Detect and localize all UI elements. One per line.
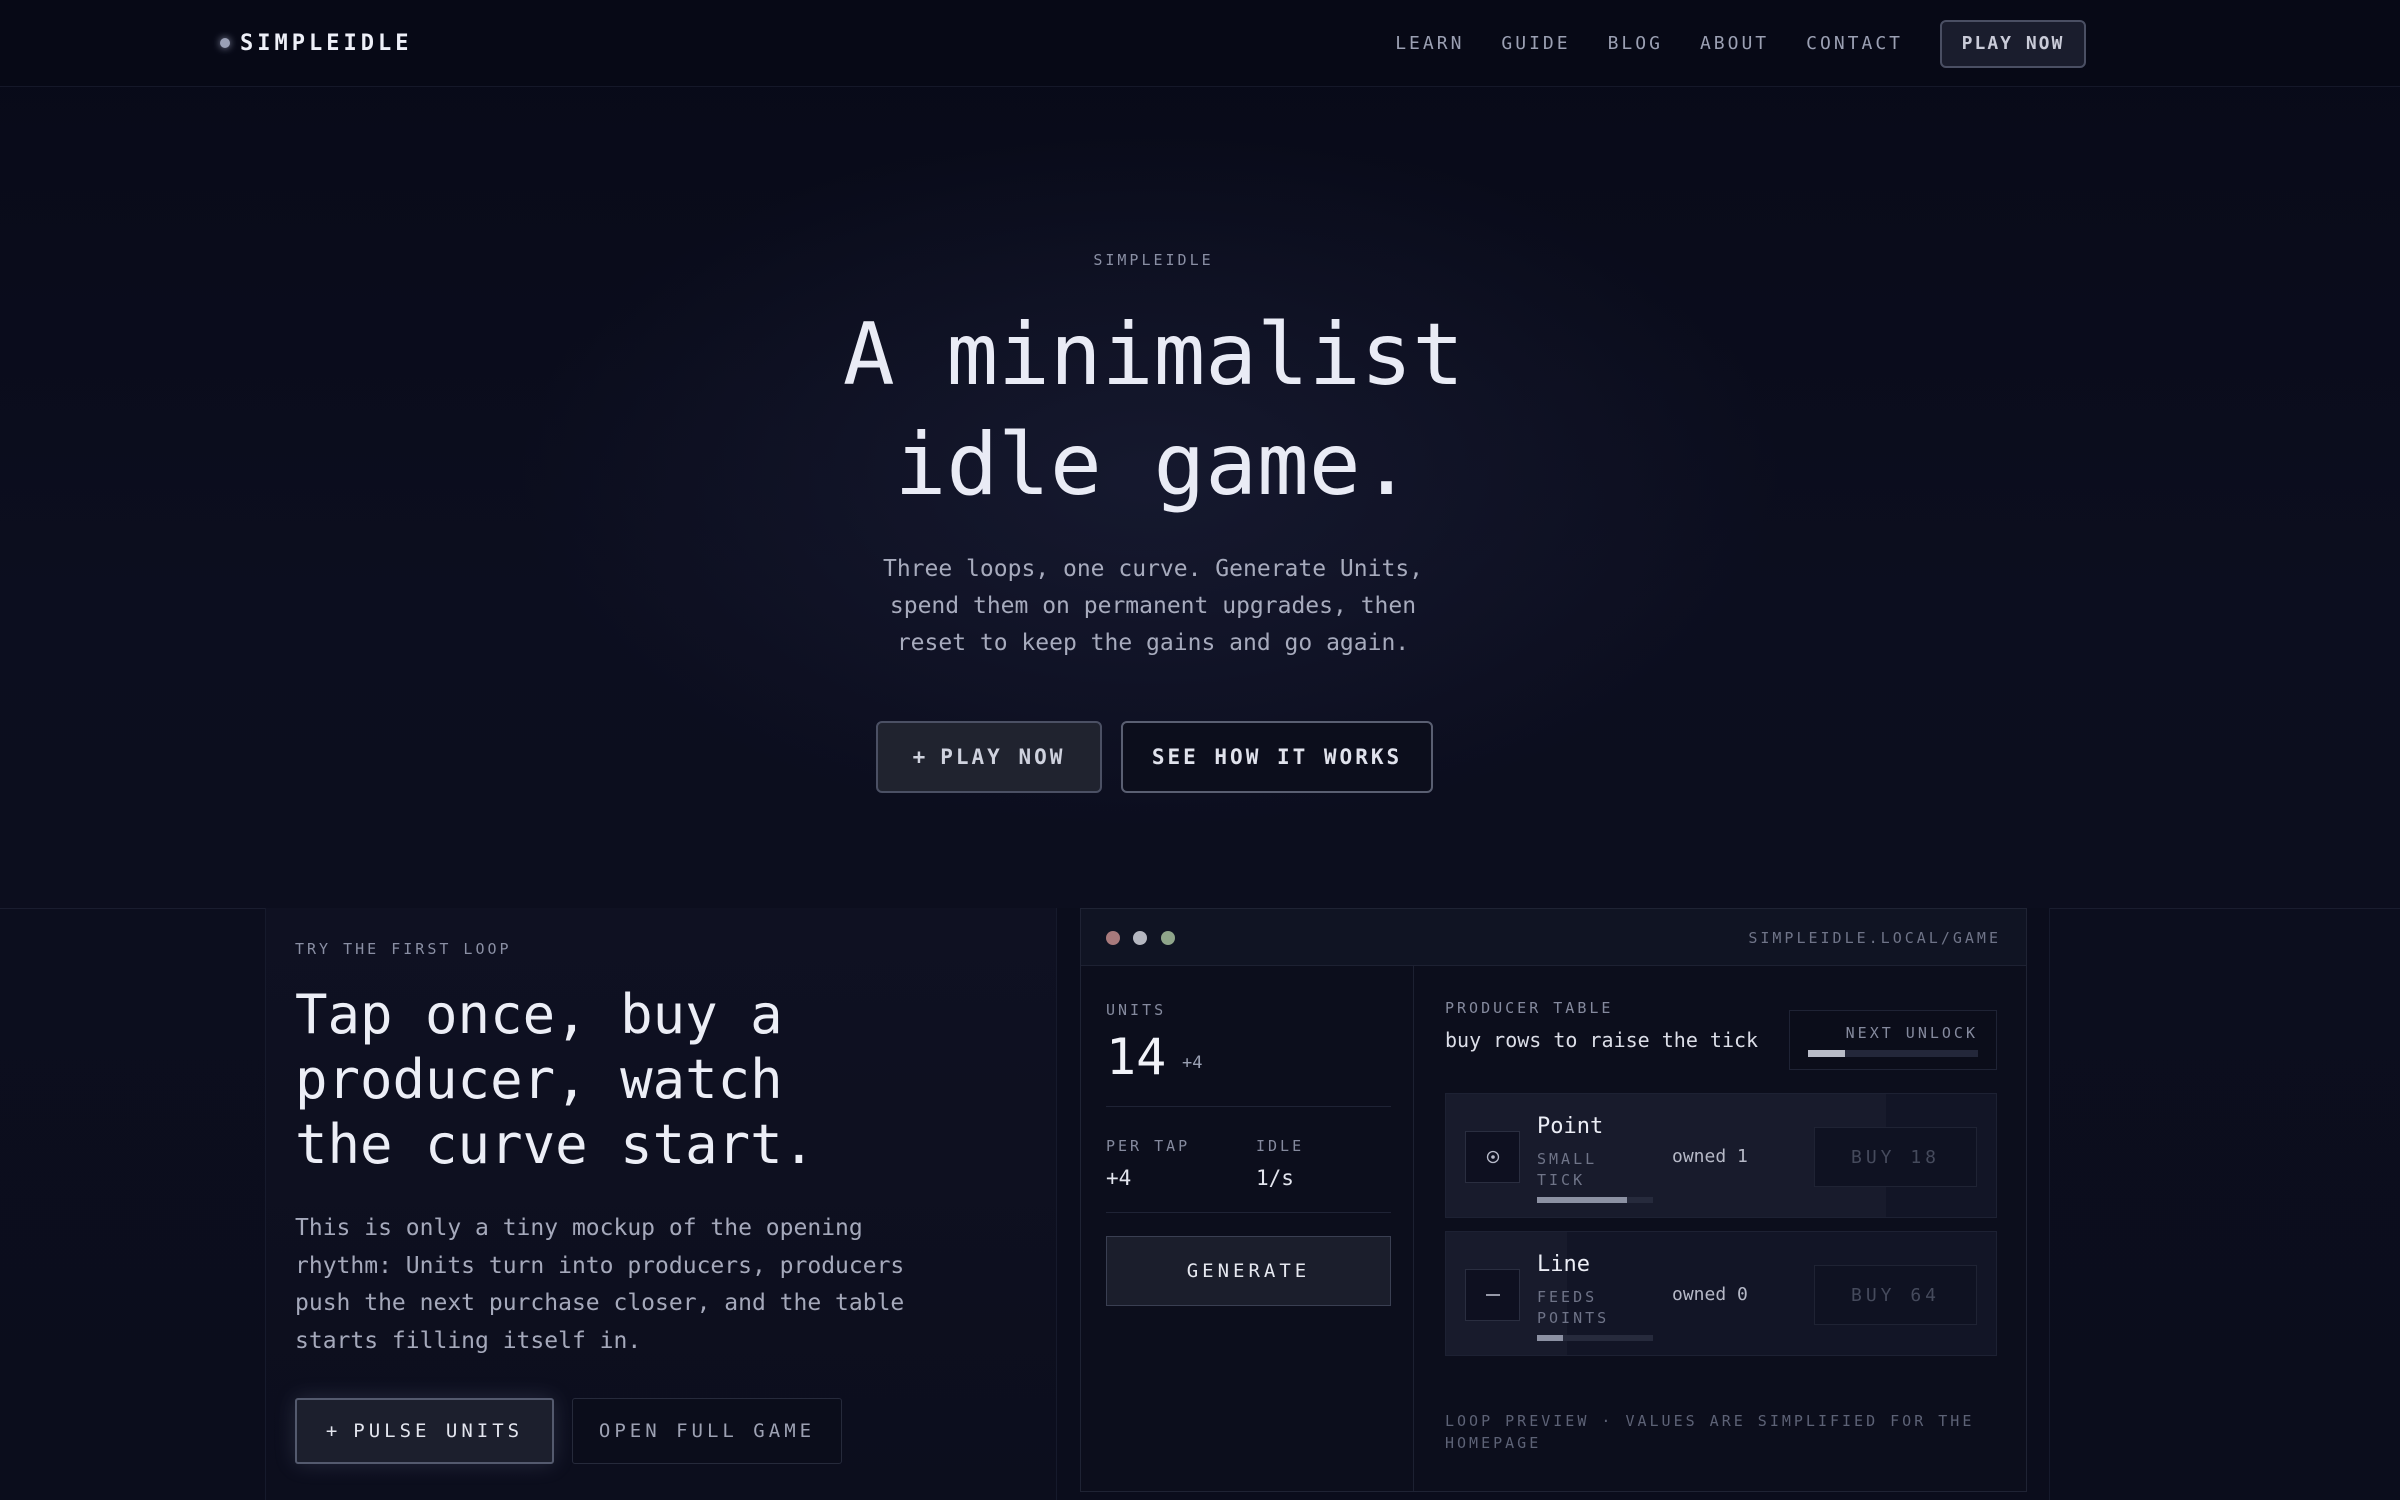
nav-links: LEARN GUIDE BLOG ABOUT CONTACT PLAY NOW [1395, 0, 2400, 87]
window-titlebar: SIMPLEIDLE.LOCAL/GAME [1081, 909, 2026, 966]
producer-panel: PRODUCER TABLE buy rows to raise the tic… [1414, 966, 2026, 1491]
units-label: UNITS [1106, 1001, 1167, 1019]
producer-progress-bar [1537, 1335, 1653, 1341]
hero-title-line-1: A minimalist [842, 305, 1465, 405]
producer-owned-count: owned 1 [1672, 1146, 1748, 1167]
per-tap-label: PER TAP [1106, 1137, 1191, 1155]
generate-button[interactable]: GENERATE [1106, 1236, 1391, 1306]
producer-row-line: Line FEEDS POINTS owned 0 BUY 64 [1445, 1231, 1997, 1356]
loop-description: This is only a tiny mockup of the openin… [295, 1215, 905, 1354]
game-preview-window: SIMPLEIDLE.LOCAL/GAME UNITS 14 +4 PER TA… [1080, 908, 2027, 1492]
plus-icon: + [912, 745, 929, 769]
per-tap-value: +4 [1106, 1166, 1132, 1190]
brand-logo[interactable]: SIMPLEIDLE [220, 28, 412, 58]
units-value: 14 [1106, 1028, 1167, 1086]
hero-title: A minimalist idle game. [0, 300, 2307, 520]
loop-title: Tap once, buy a producer, watch the curv… [295, 982, 895, 1177]
divider [1106, 1106, 1391, 1107]
producer-owned-count: owned 0 [1672, 1284, 1748, 1305]
see-how-it-works-button[interactable]: SEE HOW IT WORKS [1121, 721, 1433, 793]
next-unlock-label: NEXT UNLOCK [1845, 1024, 1978, 1042]
loop-preview-footnote: LOOP PREVIEW · VALUES ARE SIMPLIFIED FOR… [1445, 1412, 1975, 1452]
buy-line-button[interactable]: BUY 64 [1814, 1265, 1977, 1325]
hero-eyebrow: SIMPLEIDLE [1093, 251, 1214, 269]
next-unlock-box: NEXT UNLOCK [1789, 1010, 1997, 1070]
loop-title-line-2: producer, watch [295, 1048, 783, 1111]
hero-title-line-2: idle game. [894, 415, 1413, 515]
nav-play-button[interactable]: PLAY NOW [1940, 19, 2086, 68]
producer-description: FEEDS POINTS [1537, 1288, 1610, 1327]
loop-eyebrow: TRY THE FIRST LOOP [295, 940, 512, 958]
brand-dot-icon [220, 38, 230, 48]
brand-name: SIMPLEIDLE [240, 30, 413, 56]
producer-progress-fill [1537, 1335, 1563, 1341]
hero-play-label: PLAY NOW [940, 745, 1066, 769]
producer-table-subtitle: buy rows to raise the tick [1445, 1028, 1759, 1052]
idle-label: IDLE [1256, 1137, 1305, 1155]
hero-play-button[interactable]: + PLAY NOW [876, 721, 1102, 793]
units-panel: UNITS 14 +4 PER TAP +4 IDLE 1/s GENERATE [1081, 966, 1414, 1491]
producer-name: Line [1537, 1252, 1590, 1277]
plus-icon: + [325, 1420, 342, 1442]
units-delta: +4 [1182, 1053, 1203, 1073]
producer-progress-bar [1537, 1197, 1653, 1203]
open-full-game-button[interactable]: OPEN FULL GAME [572, 1398, 842, 1464]
producer-name: Point [1537, 1114, 1604, 1139]
pulse-units-label: PULSE UNITS [353, 1420, 524, 1442]
producer-progress-fill [1537, 1197, 1628, 1203]
pulse-units-button[interactable]: + PULSE UNITS [295, 1398, 554, 1464]
dash-icon [1465, 1269, 1520, 1321]
idle-value: 1/s [1256, 1166, 1294, 1190]
next-unlock-progress-fill [1808, 1050, 1846, 1057]
nav-link-learn[interactable]: LEARN [1395, 33, 1464, 54]
producer-table-label: PRODUCER TABLE [1445, 999, 1614, 1017]
nav-link-about[interactable]: ABOUT [1700, 33, 1769, 54]
loop-buttons: + PULSE UNITS OPEN FULL GAME [295, 1398, 842, 1464]
window-url: SIMPLEIDLE.LOCAL/GAME [1748, 929, 2001, 947]
top-navigation: SIMPLEIDLE LEARN GUIDE BLOG ABOUT CONTAC… [0, 0, 2400, 87]
nav-link-blog[interactable]: BLOG [1608, 33, 1663, 54]
hero-subtitle: Three loops, one curve. Generate Units, … [882, 556, 1424, 656]
hero-buttons: + PLAY NOW SEE HOW IT WORKS [876, 721, 1433, 793]
producer-description: SMALL TICK [1537, 1150, 1598, 1189]
divider [1106, 1212, 1391, 1213]
loop-title-line-3: the curve start. [295, 1113, 816, 1176]
nav-link-contact[interactable]: CONTACT [1806, 33, 1903, 54]
window-close-dot-icon [1106, 931, 1120, 945]
window-minimize-dot-icon [1133, 931, 1147, 945]
next-unlock-progress-bar [1808, 1050, 1978, 1057]
nav-link-guide[interactable]: GUIDE [1501, 33, 1570, 54]
target-icon [1465, 1131, 1520, 1183]
window-maximize-dot-icon [1161, 931, 1175, 945]
buy-point-button[interactable]: BUY 18 [1814, 1127, 1977, 1187]
producer-row-point: Point SMALL TICK owned 1 BUY 18 [1445, 1093, 1997, 1218]
loop-title-line-1: Tap once, buy a [295, 983, 783, 1046]
